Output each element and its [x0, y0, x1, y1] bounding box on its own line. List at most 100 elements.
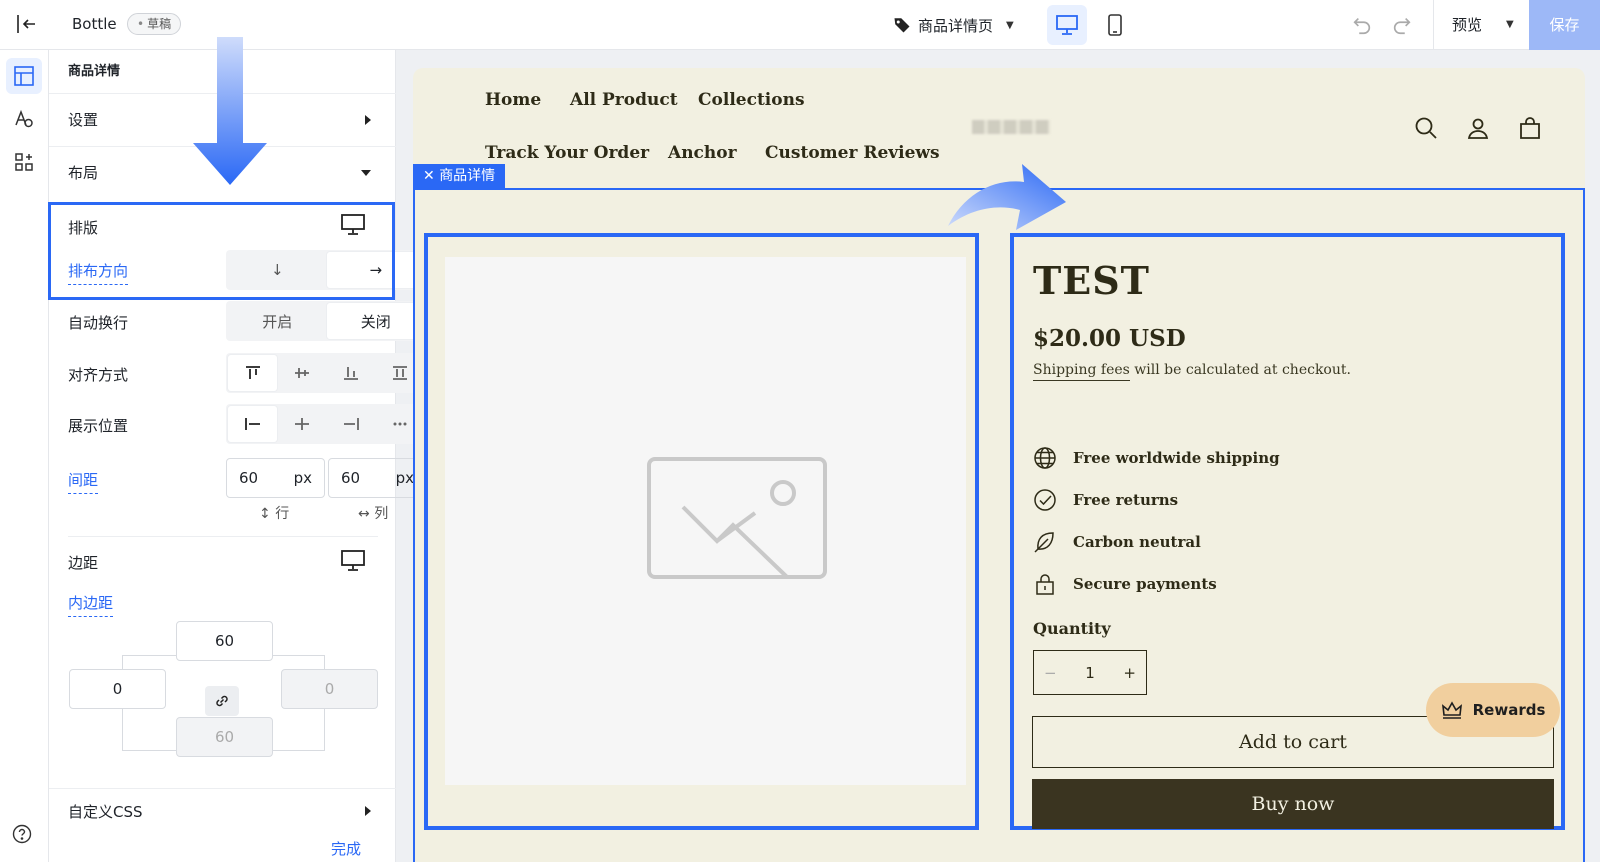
padding-right-input[interactable]: 0 [281, 669, 378, 709]
undo-icon[interactable] [1351, 14, 1373, 36]
padding-label: 内边距 [68, 592, 114, 617]
typesetting-highlight [48, 202, 395, 300]
page-selector[interactable]: 商品详情页 ▼ [893, 14, 1014, 36]
product-price: $20.00 USD [1033, 325, 1186, 352]
align-stretch-icon [393, 366, 408, 380]
desktop-icon[interactable] [341, 550, 365, 572]
align-top-option[interactable] [228, 355, 278, 391]
margin-label: 边距 [68, 554, 99, 572]
link-icon [216, 695, 228, 707]
custom-css-label: 自定义CSS [68, 802, 143, 821]
column-gap-unit: px [395, 469, 414, 487]
padding-left-input[interactable]: 0 [69, 669, 166, 709]
nav-home[interactable]: Home [485, 90, 541, 110]
rewards-label: Rewards [1472, 701, 1546, 719]
settings-label: 设置 [68, 111, 99, 129]
quantity-stepper: − 1 + [1033, 650, 1147, 695]
done-button[interactable]: 完成 [331, 838, 361, 859]
theme-rail-button[interactable] [6, 101, 42, 137]
padding-top-input[interactable]: 60 [176, 621, 273, 661]
image-placeholder-icon [647, 457, 827, 579]
product-title: TEST [1033, 258, 1150, 303]
typography-icon [15, 109, 33, 128]
redo-icon[interactable] [1391, 14, 1413, 36]
more-icon [393, 422, 407, 426]
check-circle-icon [1034, 489, 1056, 511]
nav-customer-reviews[interactable]: Customer Reviews [765, 143, 940, 163]
row-caption-text: 行 [275, 506, 290, 522]
rewards-button[interactable]: Rewards [1426, 683, 1560, 737]
sections-rail-button[interactable] [6, 58, 42, 94]
wrap-toggle: 开启 关闭 [226, 301, 427, 341]
column-gap-caption: ↔ 列 [358, 503, 388, 523]
buy-now-button[interactable]: Buy now [1032, 779, 1554, 829]
column-caption-text: 列 [374, 506, 389, 522]
desktop-icon [1056, 15, 1078, 35]
section-tag[interactable]: ✕ 商品详情 [413, 164, 506, 189]
nav-track-order[interactable]: Track Your Order [485, 143, 649, 163]
nav-collections[interactable]: Collections [698, 90, 805, 110]
padding-bottom-input[interactable]: 60 [176, 717, 273, 757]
column-gap-value: 60 [341, 469, 361, 487]
quantity-increase-button[interactable]: + [1123, 664, 1136, 682]
wrap-off-option[interactable]: 关闭 [326, 303, 425, 339]
position-center-option[interactable] [277, 406, 326, 442]
search-icon[interactable] [1414, 116, 1438, 140]
position-end-option[interactable] [327, 406, 376, 442]
section-tag-label: 商品详情 [439, 168, 496, 184]
shipping-fees-link[interactable]: Shipping fees [1033, 362, 1130, 381]
save-button[interactable]: 保存 [1529, 0, 1600, 50]
shipping-note-text: will be calculated at checkout. [1129, 362, 1351, 378]
exit-editor-icon[interactable] [14, 12, 38, 36]
row-gap-caption: ↕ 行 [259, 503, 289, 523]
align-bottom-option[interactable] [327, 355, 376, 391]
caret-down-icon [361, 169, 371, 176]
quantity-decrease-button[interactable]: − [1044, 664, 1057, 682]
align-middle-icon [294, 368, 309, 378]
custom-css-toggle[interactable]: 自定义CSS [49, 796, 396, 826]
link-padding-button[interactable] [205, 686, 239, 716]
annotation-curved-arrow [948, 164, 1066, 230]
annotation-down-arrow [193, 37, 267, 185]
feature-item: Carbon neutral [1033, 530, 1201, 554]
justify-start-icon [244, 418, 260, 430]
feature-label: Free returns [1073, 491, 1179, 509]
preview-button[interactable]: 预览 ▼ [1452, 14, 1514, 35]
app-title: Bottle [72, 15, 117, 33]
feature-item: Free returns [1033, 488, 1178, 512]
row-gap-value: 60 [239, 469, 259, 487]
mobile-icon [1108, 14, 1122, 36]
store-logo[interactable] [972, 120, 1050, 134]
section-divider [49, 788, 396, 789]
row-gap-input[interactable]: 60 px [226, 458, 325, 498]
help-icon[interactable] [12, 824, 32, 844]
desktop-view-button[interactable] [1047, 5, 1087, 45]
align-center-option[interactable] [277, 355, 326, 391]
justify-end-icon [344, 418, 360, 430]
caret-right-icon [365, 806, 371, 816]
close-icon[interactable]: ✕ [423, 168, 439, 184]
wrap-label: 自动换行 [68, 314, 129, 332]
panel-title: 商品详情 [68, 64, 121, 79]
tag-icon [894, 18, 910, 33]
position-start-option[interactable] [228, 406, 278, 442]
cart-icon[interactable] [1518, 116, 1542, 140]
section-divider [68, 536, 378, 537]
nav-anchor[interactable]: Anchor [668, 143, 737, 163]
mobile-view-button[interactable] [1095, 5, 1135, 45]
page-selector-label: 商品详情页 [918, 16, 994, 35]
position-label: 展示位置 [68, 417, 129, 435]
wrap-on-option[interactable]: 开启 [228, 303, 327, 339]
feature-label: Secure payments [1073, 575, 1217, 593]
toolbar-divider [1433, 0, 1434, 50]
quantity-value[interactable]: 1 [1085, 664, 1095, 682]
apps-rail-button[interactable] [6, 144, 42, 180]
product-image-placeholder[interactable] [445, 257, 966, 785]
nav-all-product[interactable]: All Product [570, 90, 678, 110]
layout-icon [14, 66, 34, 86]
align-top-icon [245, 366, 260, 379]
apps-icon [15, 153, 33, 171]
horizontal-arrow-icon: ↔ [358, 506, 375, 522]
quantity-label: Quantity [1033, 619, 1111, 638]
account-icon[interactable] [1466, 116, 1490, 140]
